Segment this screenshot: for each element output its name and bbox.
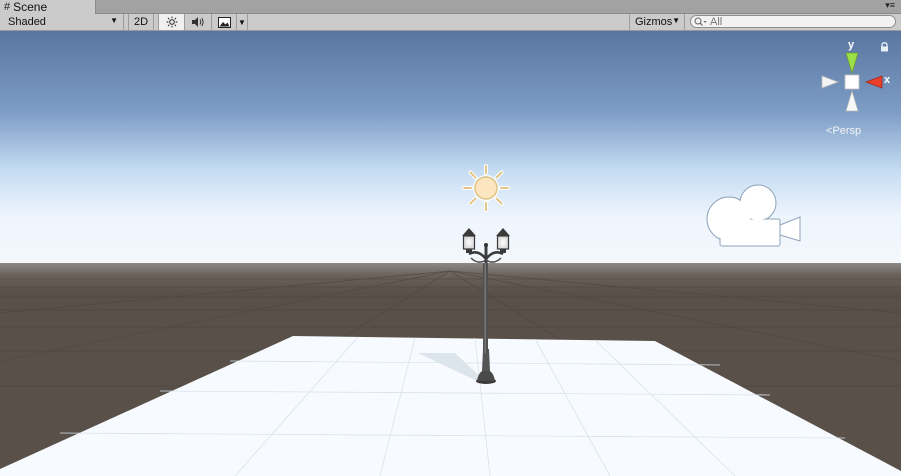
gizmo-center-cube[interactable]: [844, 74, 860, 90]
dropdown-arrow-icon: ▼: [110, 16, 118, 25]
shading-mode-label: Shaded: [8, 16, 46, 28]
search-placeholder: All: [710, 15, 723, 28]
gizmo-x-label: x: [884, 74, 891, 86]
tab-scene-label: Scene: [13, 0, 48, 14]
scene-toolbar: Shaded ▼ 2D ▼ Gizmos ▼ All: [0, 14, 901, 31]
search-input[interactable]: All: [690, 15, 896, 28]
gizmos-label: Gizmos: [635, 16, 673, 28]
scene-canvas: [0, 31, 901, 476]
search-icon: [694, 17, 707, 26]
projection-toggle[interactable]: <Persp: [826, 125, 861, 137]
toggle-2d-label: 2D: [133, 16, 149, 28]
horizon-haze: [0, 263, 901, 293]
hash-icon: #: [4, 1, 11, 13]
effects-toggle-button[interactable]: [212, 14, 237, 30]
sun-icon: [166, 16, 177, 28]
effects-dropdown-icon[interactable]: ▼: [237, 14, 248, 30]
image-icon: [217, 16, 231, 28]
gizmos-dropdown[interactable]: Gizmos ▼: [629, 14, 685, 30]
projection-label: Persp: [832, 125, 862, 137]
tab-menu-icon[interactable]: ▾≡: [885, 0, 895, 11]
lighting-toggle-button[interactable]: [158, 14, 185, 30]
dropdown-arrow-icon: ▼: [672, 16, 680, 25]
shading-mode-dropdown[interactable]: Shaded ▼: [0, 14, 124, 30]
toggle-2d-button[interactable]: 2D: [128, 14, 154, 30]
tab-bar: # Scene ▾≡: [0, 0, 901, 14]
scene-viewport[interactable]: y x <Persp: [0, 31, 901, 476]
directional-light-icon[interactable]: [462, 164, 510, 212]
tab-scene[interactable]: # Scene: [0, 0, 96, 14]
audio-toggle-button[interactable]: [185, 14, 212, 30]
gizmo-y-label: y: [848, 39, 855, 51]
speaker-icon: [191, 17, 204, 27]
lock-icon[interactable]: [880, 42, 889, 52]
